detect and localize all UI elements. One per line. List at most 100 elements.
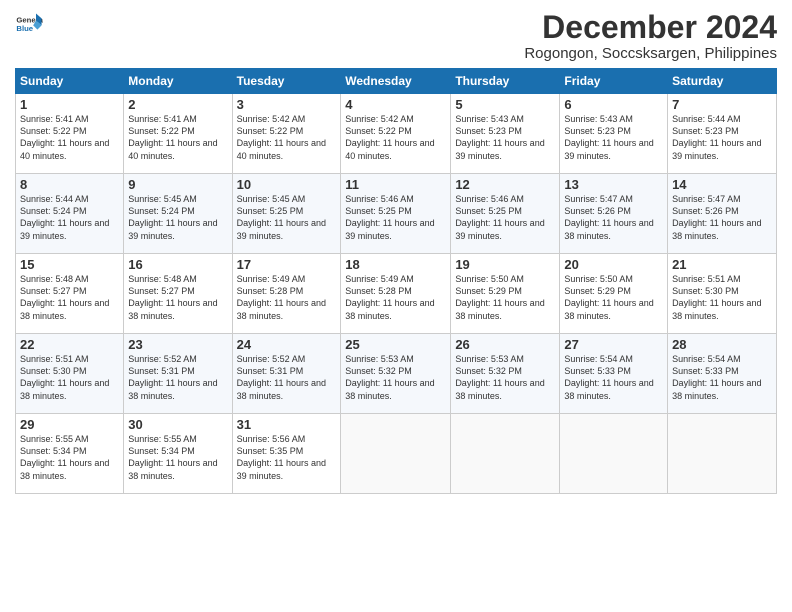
calendar-day-cell: 11Sunrise: 5:46 AM Sunset: 5:25 PM Dayli… (341, 174, 451, 254)
day-info: Sunrise: 5:41 AM Sunset: 5:22 PM Dayligh… (20, 113, 119, 162)
calendar-day-cell: 10Sunrise: 5:45 AM Sunset: 5:25 PM Dayli… (232, 174, 341, 254)
day-number: 6 (564, 97, 663, 112)
day-info: Sunrise: 5:48 AM Sunset: 5:27 PM Dayligh… (20, 273, 119, 322)
calendar-day-cell: 18Sunrise: 5:49 AM Sunset: 5:28 PM Dayli… (341, 254, 451, 334)
calendar-day-cell: 3Sunrise: 5:42 AM Sunset: 5:22 PM Daylig… (232, 94, 341, 174)
day-info: Sunrise: 5:52 AM Sunset: 5:31 PM Dayligh… (237, 353, 337, 402)
calendar-day-cell: 27Sunrise: 5:54 AM Sunset: 5:33 PM Dayli… (560, 334, 668, 414)
header: General Blue December 2024 Rogongon, Soc… (15, 10, 777, 62)
calendar-day-cell: 6Sunrise: 5:43 AM Sunset: 5:23 PM Daylig… (560, 94, 668, 174)
calendar-day-cell: 24Sunrise: 5:52 AM Sunset: 5:31 PM Dayli… (232, 334, 341, 414)
calendar-header-row: SundayMondayTuesdayWednesdayThursdayFrid… (16, 69, 777, 94)
day-number: 25 (345, 337, 446, 352)
day-number: 13 (564, 177, 663, 192)
day-number: 5 (455, 97, 555, 112)
day-number: 26 (455, 337, 555, 352)
day-number: 8 (20, 177, 119, 192)
day-info: Sunrise: 5:52 AM Sunset: 5:31 PM Dayligh… (128, 353, 227, 402)
day-number: 12 (455, 177, 555, 192)
calendar-day-cell: 8Sunrise: 5:44 AM Sunset: 5:24 PM Daylig… (16, 174, 124, 254)
day-info: Sunrise: 5:46 AM Sunset: 5:25 PM Dayligh… (455, 193, 555, 242)
day-number: 2 (128, 97, 227, 112)
calendar-day-cell: 14Sunrise: 5:47 AM Sunset: 5:26 PM Dayli… (668, 174, 777, 254)
day-number: 19 (455, 257, 555, 272)
day-number: 11 (345, 177, 446, 192)
calendar-day-cell: 29Sunrise: 5:55 AM Sunset: 5:34 PM Dayli… (16, 414, 124, 494)
day-info: Sunrise: 5:56 AM Sunset: 5:35 PM Dayligh… (237, 433, 337, 482)
day-number: 9 (128, 177, 227, 192)
calendar-day-cell: 17Sunrise: 5:49 AM Sunset: 5:28 PM Dayli… (232, 254, 341, 334)
day-info: Sunrise: 5:44 AM Sunset: 5:24 PM Dayligh… (20, 193, 119, 242)
day-info: Sunrise: 5:53 AM Sunset: 5:32 PM Dayligh… (455, 353, 555, 402)
day-number: 10 (237, 177, 337, 192)
calendar-body: 1Sunrise: 5:41 AM Sunset: 5:22 PM Daylig… (16, 94, 777, 494)
day-info: Sunrise: 5:53 AM Sunset: 5:32 PM Dayligh… (345, 353, 446, 402)
day-info: Sunrise: 5:55 AM Sunset: 5:34 PM Dayligh… (128, 433, 227, 482)
calendar-day-cell: 19Sunrise: 5:50 AM Sunset: 5:29 PM Dayli… (451, 254, 560, 334)
svg-text:Blue: Blue (16, 24, 33, 33)
day-number: 17 (237, 257, 337, 272)
day-number: 22 (20, 337, 119, 352)
calendar-header-cell: Wednesday (341, 69, 451, 94)
day-number: 15 (20, 257, 119, 272)
day-info: Sunrise: 5:43 AM Sunset: 5:23 PM Dayligh… (564, 113, 663, 162)
calendar-day-cell (451, 414, 560, 494)
day-info: Sunrise: 5:46 AM Sunset: 5:25 PM Dayligh… (345, 193, 446, 242)
title-area: December 2024 Rogongon, Soccsksargen, Ph… (524, 10, 777, 62)
calendar-day-cell (668, 414, 777, 494)
day-info: Sunrise: 5:50 AM Sunset: 5:29 PM Dayligh… (455, 273, 555, 322)
day-info: Sunrise: 5:54 AM Sunset: 5:33 PM Dayligh… (564, 353, 663, 402)
calendar-week-row: 8Sunrise: 5:44 AM Sunset: 5:24 PM Daylig… (16, 174, 777, 254)
day-info: Sunrise: 5:54 AM Sunset: 5:33 PM Dayligh… (672, 353, 772, 402)
day-info: Sunrise: 5:45 AM Sunset: 5:24 PM Dayligh… (128, 193, 227, 242)
day-number: 4 (345, 97, 446, 112)
calendar-day-cell (560, 414, 668, 494)
calendar-header-cell: Tuesday (232, 69, 341, 94)
calendar-week-row: 1Sunrise: 5:41 AM Sunset: 5:22 PM Daylig… (16, 94, 777, 174)
calendar-day-cell: 22Sunrise: 5:51 AM Sunset: 5:30 PM Dayli… (16, 334, 124, 414)
day-info: Sunrise: 5:44 AM Sunset: 5:23 PM Dayligh… (672, 113, 772, 162)
calendar-header-cell: Sunday (16, 69, 124, 94)
day-info: Sunrise: 5:49 AM Sunset: 5:28 PM Dayligh… (345, 273, 446, 322)
calendar-day-cell (341, 414, 451, 494)
day-info: Sunrise: 5:42 AM Sunset: 5:22 PM Dayligh… (237, 113, 337, 162)
day-info: Sunrise: 5:42 AM Sunset: 5:22 PM Dayligh… (345, 113, 446, 162)
calendar-day-cell: 4Sunrise: 5:42 AM Sunset: 5:22 PM Daylig… (341, 94, 451, 174)
day-number: 20 (564, 257, 663, 272)
day-number: 7 (672, 97, 772, 112)
day-number: 27 (564, 337, 663, 352)
day-info: Sunrise: 5:45 AM Sunset: 5:25 PM Dayligh… (237, 193, 337, 242)
calendar-week-row: 22Sunrise: 5:51 AM Sunset: 5:30 PM Dayli… (16, 334, 777, 414)
calendar-day-cell: 20Sunrise: 5:50 AM Sunset: 5:29 PM Dayli… (560, 254, 668, 334)
day-info: Sunrise: 5:51 AM Sunset: 5:30 PM Dayligh… (20, 353, 119, 402)
day-number: 18 (345, 257, 446, 272)
day-number: 30 (128, 417, 227, 432)
day-number: 14 (672, 177, 772, 192)
calendar-day-cell: 9Sunrise: 5:45 AM Sunset: 5:24 PM Daylig… (124, 174, 232, 254)
day-number: 1 (20, 97, 119, 112)
day-info: Sunrise: 5:43 AM Sunset: 5:23 PM Dayligh… (455, 113, 555, 162)
main-title: December 2024 (524, 10, 777, 45)
calendar-day-cell: 25Sunrise: 5:53 AM Sunset: 5:32 PM Dayli… (341, 334, 451, 414)
day-number: 23 (128, 337, 227, 352)
day-number: 21 (672, 257, 772, 272)
day-info: Sunrise: 5:47 AM Sunset: 5:26 PM Dayligh… (672, 193, 772, 242)
day-info: Sunrise: 5:51 AM Sunset: 5:30 PM Dayligh… (672, 273, 772, 322)
calendar-header-cell: Friday (560, 69, 668, 94)
calendar-week-row: 15Sunrise: 5:48 AM Sunset: 5:27 PM Dayli… (16, 254, 777, 334)
day-info: Sunrise: 5:47 AM Sunset: 5:26 PM Dayligh… (564, 193, 663, 242)
calendar-day-cell: 13Sunrise: 5:47 AM Sunset: 5:26 PM Dayli… (560, 174, 668, 254)
calendar-header-cell: Monday (124, 69, 232, 94)
day-info: Sunrise: 5:48 AM Sunset: 5:27 PM Dayligh… (128, 273, 227, 322)
calendar-day-cell: 12Sunrise: 5:46 AM Sunset: 5:25 PM Dayli… (451, 174, 560, 254)
calendar-header-cell: Thursday (451, 69, 560, 94)
page: General Blue December 2024 Rogongon, Soc… (0, 0, 792, 612)
calendar-day-cell: 28Sunrise: 5:54 AM Sunset: 5:33 PM Dayli… (668, 334, 777, 414)
calendar-day-cell: 5Sunrise: 5:43 AM Sunset: 5:23 PM Daylig… (451, 94, 560, 174)
calendar-day-cell: 16Sunrise: 5:48 AM Sunset: 5:27 PM Dayli… (124, 254, 232, 334)
calendar-day-cell: 7Sunrise: 5:44 AM Sunset: 5:23 PM Daylig… (668, 94, 777, 174)
calendar-day-cell: 1Sunrise: 5:41 AM Sunset: 5:22 PM Daylig… (16, 94, 124, 174)
day-number: 3 (237, 97, 337, 112)
calendar-day-cell: 26Sunrise: 5:53 AM Sunset: 5:32 PM Dayli… (451, 334, 560, 414)
day-info: Sunrise: 5:55 AM Sunset: 5:34 PM Dayligh… (20, 433, 119, 482)
